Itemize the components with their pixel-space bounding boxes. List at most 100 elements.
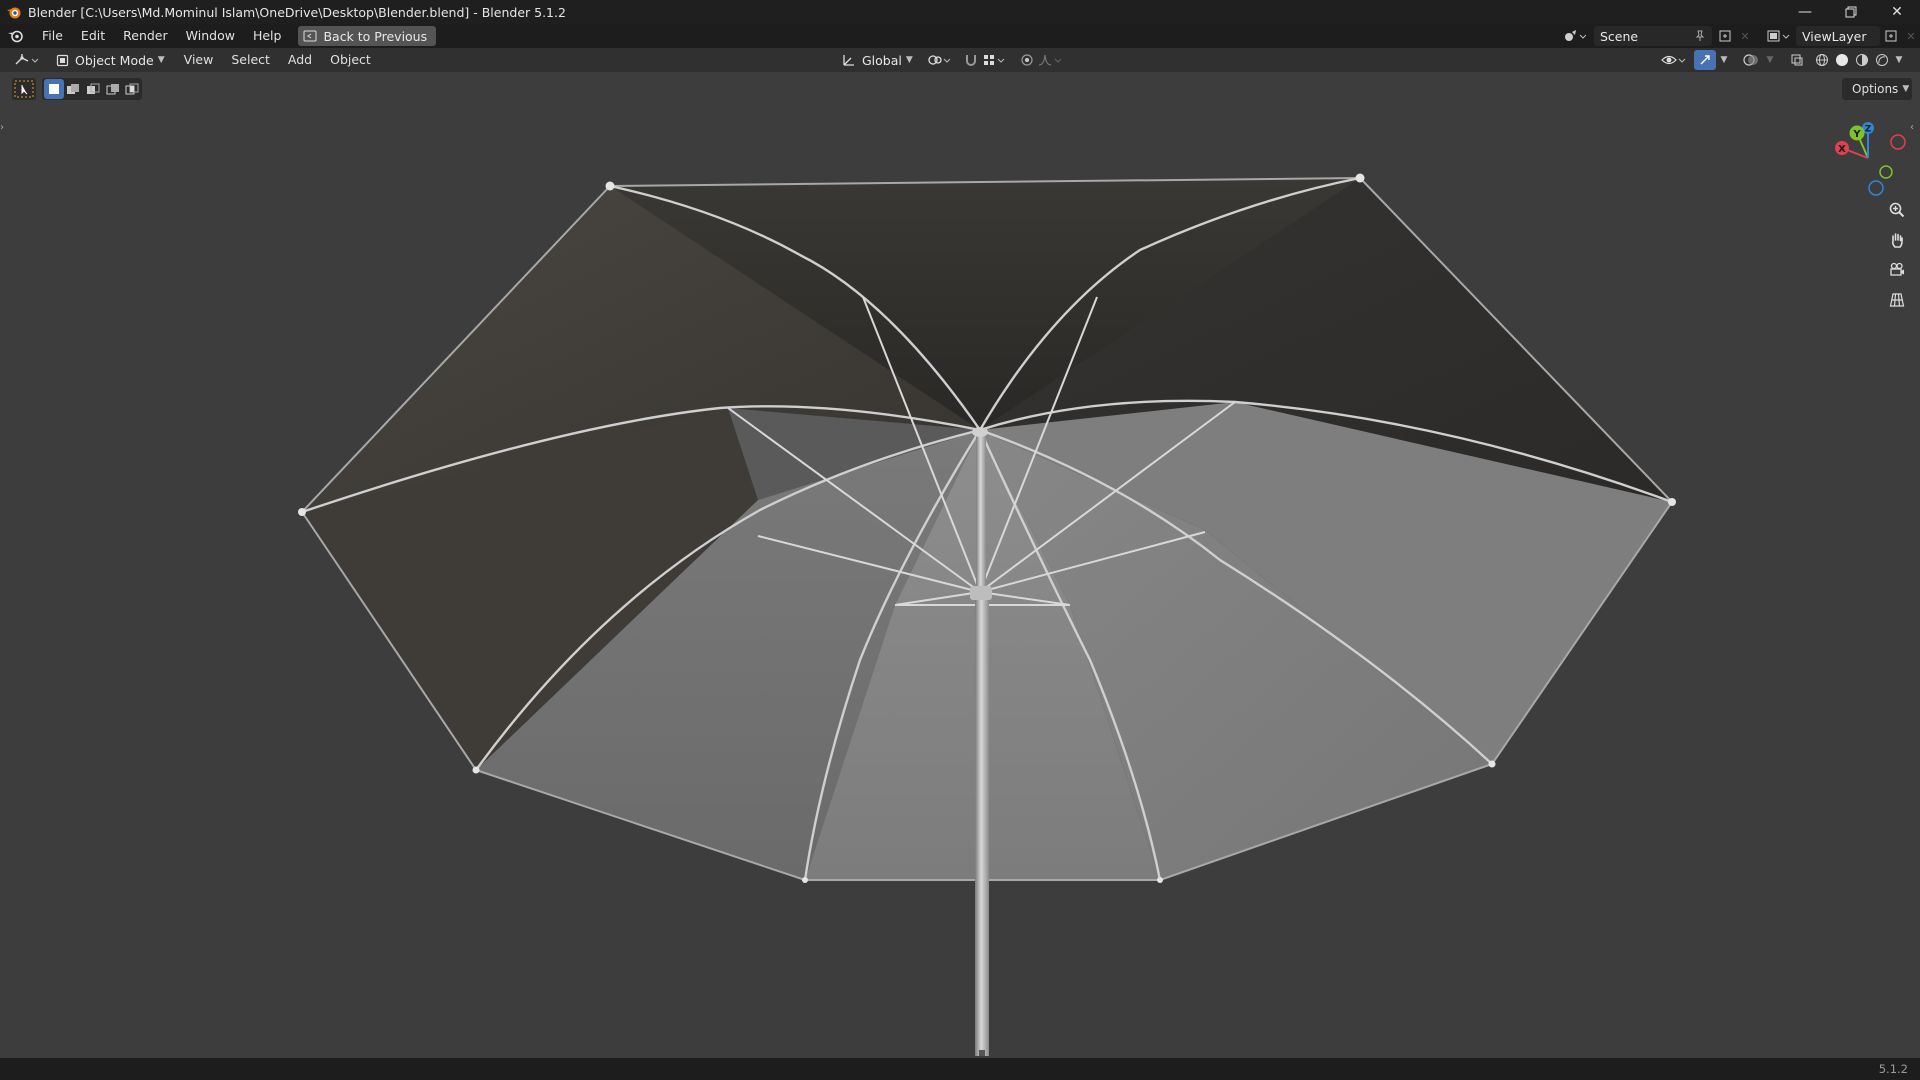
menu-edit[interactable]: Edit <box>72 26 114 46</box>
x-icon: ✕ <box>1906 29 1916 43</box>
zoom-icon <box>1889 202 1905 218</box>
toolbar-expand-toggle[interactable]: › <box>0 122 10 136</box>
scene-name-field[interactable]: Scene <box>1594 26 1712 46</box>
shading-solid-button[interactable] <box>1832 50 1852 70</box>
gizmo-x-label: X <box>1838 144 1846 155</box>
pin-icon <box>1695 30 1705 41</box>
selection-mode-group <box>42 78 142 100</box>
3d-viewport[interactable]: Options ▼ › ‹ Y X Z <box>0 72 1920 1058</box>
delete-view-layer-button[interactable]: ✕ <box>1902 26 1920 46</box>
gizmo-neg-x-axis[interactable] <box>1890 134 1906 150</box>
menu-window[interactable]: Window <box>177 26 244 46</box>
falloff-curve-icon <box>1038 54 1062 66</box>
back-to-previous-button[interactable]: Back to Previous <box>298 26 437 46</box>
sidebar-expand-toggle[interactable]: ‹ <box>1910 122 1920 136</box>
select-intersect-button[interactable] <box>122 79 142 99</box>
visibility-dropdown[interactable] <box>1660 50 1690 70</box>
proportional-icon <box>1021 54 1033 66</box>
shading-dropdown[interactable]: ▼ <box>1892 50 1906 70</box>
viewport-header: Object Mode ▼ View Select Add Object Glo… <box>0 48 1920 72</box>
menu-view[interactable]: View <box>175 50 223 70</box>
zoom-button[interactable] <box>1884 197 1910 223</box>
gizmo-dropdown[interactable]: ▼ <box>1716 50 1732 70</box>
select-tool-button[interactable] <box>12 78 36 100</box>
eye-icon <box>1661 55 1686 65</box>
blender-logo-icon <box>7 7 21 19</box>
view-layer-browse-button[interactable] <box>1764 26 1794 46</box>
options-dropdown[interactable]: Options ▼ <box>1842 78 1912 100</box>
menu-render[interactable]: Render <box>114 26 177 46</box>
menu-help[interactable]: Help <box>244 26 291 46</box>
shading-wireframe-button[interactable] <box>1812 50 1832 70</box>
overlays-toggle[interactable] <box>1740 50 1762 70</box>
snap-grid-icon <box>983 55 1005 65</box>
object-mode-dropdown[interactable]: Object Mode ▼ <box>50 50 171 70</box>
shading-material-button[interactable] <box>1852 50 1872 70</box>
version-label: 5.1.2 <box>1878 1062 1908 1076</box>
snap-target-dropdown[interactable] <box>981 50 1009 70</box>
menu-select[interactable]: Select <box>222 50 279 70</box>
pivot-icon <box>928 55 951 65</box>
title-bar: Blender [C:\Users\Md.Mominul Islam\OneDr… <box>0 0 1920 24</box>
select-new-icon <box>48 84 59 94</box>
menu-file[interactable]: File <box>33 26 72 46</box>
proportional-falloff-dropdown[interactable] <box>1037 50 1065 70</box>
editor-type-button[interactable] <box>10 50 44 70</box>
select-new-button[interactable] <box>44 79 64 99</box>
grid-perspective-icon <box>1889 293 1905 307</box>
menu-object[interactable]: Object <box>321 50 380 70</box>
blender-logo-icon <box>8 30 23 43</box>
close-button[interactable]: ✕ <box>1874 0 1920 24</box>
3d-viewport-icon <box>15 54 39 65</box>
gizmo-neg-z-axis[interactable] <box>1868 180 1884 196</box>
hand-icon <box>1891 233 1903 248</box>
menu-add[interactable]: Add <box>279 50 321 70</box>
scene-browse-button[interactable] <box>1560 26 1590 46</box>
xray-icon <box>1791 54 1803 66</box>
new-scene-button[interactable] <box>1714 26 1736 46</box>
select-subtract-icon <box>86 83 100 94</box>
select-invert-icon <box>106 84 119 95</box>
pivot-point-dropdown[interactable] <box>925 50 955 70</box>
new-view-layer-button[interactable] <box>1880 26 1902 46</box>
umbrella-model <box>298 173 1676 1056</box>
scene-name: Scene <box>1600 28 1639 44</box>
material-sphere-icon <box>1856 54 1868 66</box>
snap-toggle[interactable] <box>961 50 981 70</box>
select-invert-button[interactable] <box>103 79 123 99</box>
object-mode-icon <box>56 54 69 66</box>
back-to-previous-label: Back to Previous <box>323 28 428 44</box>
gizmo-y-label: Y <box>1852 129 1861 140</box>
render-layers-icon <box>1767 30 1790 42</box>
gizmo-z-label: Z <box>1865 125 1872 135</box>
magnet-icon <box>965 55 976 66</box>
view-layer-field[interactable]: ViewLayer <box>1796 26 1880 46</box>
navigation-gizmo[interactable]: Y X Z <box>1826 116 1910 200</box>
shading-rendered-button[interactable] <box>1872 50 1892 70</box>
maximize-button[interactable] <box>1828 0 1874 24</box>
chevron-down-icon: ▼ <box>1895 55 1903 65</box>
minimize-button[interactable]: — <box>1782 0 1828 24</box>
close-icon: ✕ <box>1891 4 1903 20</box>
window-title: Blender [C:\Users\Md.Mominul Islam\OneDr… <box>28 4 566 20</box>
transform-orientation-dropdown[interactable]: Global ▼ <box>838 50 917 70</box>
perspective-toggle-button[interactable] <box>1884 287 1910 313</box>
xray-toggle[interactable] <box>1786 50 1808 70</box>
duplicate-icon <box>1885 30 1897 42</box>
cursor-icon <box>14 80 34 98</box>
gizmo-toggle[interactable] <box>1694 50 1716 70</box>
gizmo-neg-y-axis[interactable] <box>1879 165 1893 179</box>
blender-window: Blender [C:\Users\Md.Mominul Islam\OneDr… <box>0 0 1920 1080</box>
overlays-dropdown[interactable]: ▼ <box>1762 50 1778 70</box>
pan-button[interactable] <box>1884 227 1910 253</box>
blender-menu-button[interactable] <box>5 26 27 46</box>
select-extend-button[interactable] <box>64 79 84 99</box>
select-subtract-button[interactable] <box>83 79 103 99</box>
duplicate-icon <box>1719 30 1731 42</box>
orientation-icon <box>843 55 854 66</box>
chevron-left-icon: ‹ <box>1910 122 1914 133</box>
proportional-editing-toggle[interactable] <box>1017 50 1037 70</box>
camera-view-button[interactable] <box>1884 257 1910 283</box>
chevron-right-icon: › <box>0 122 4 133</box>
delete-scene-button[interactable]: ✕ <box>1736 26 1754 46</box>
